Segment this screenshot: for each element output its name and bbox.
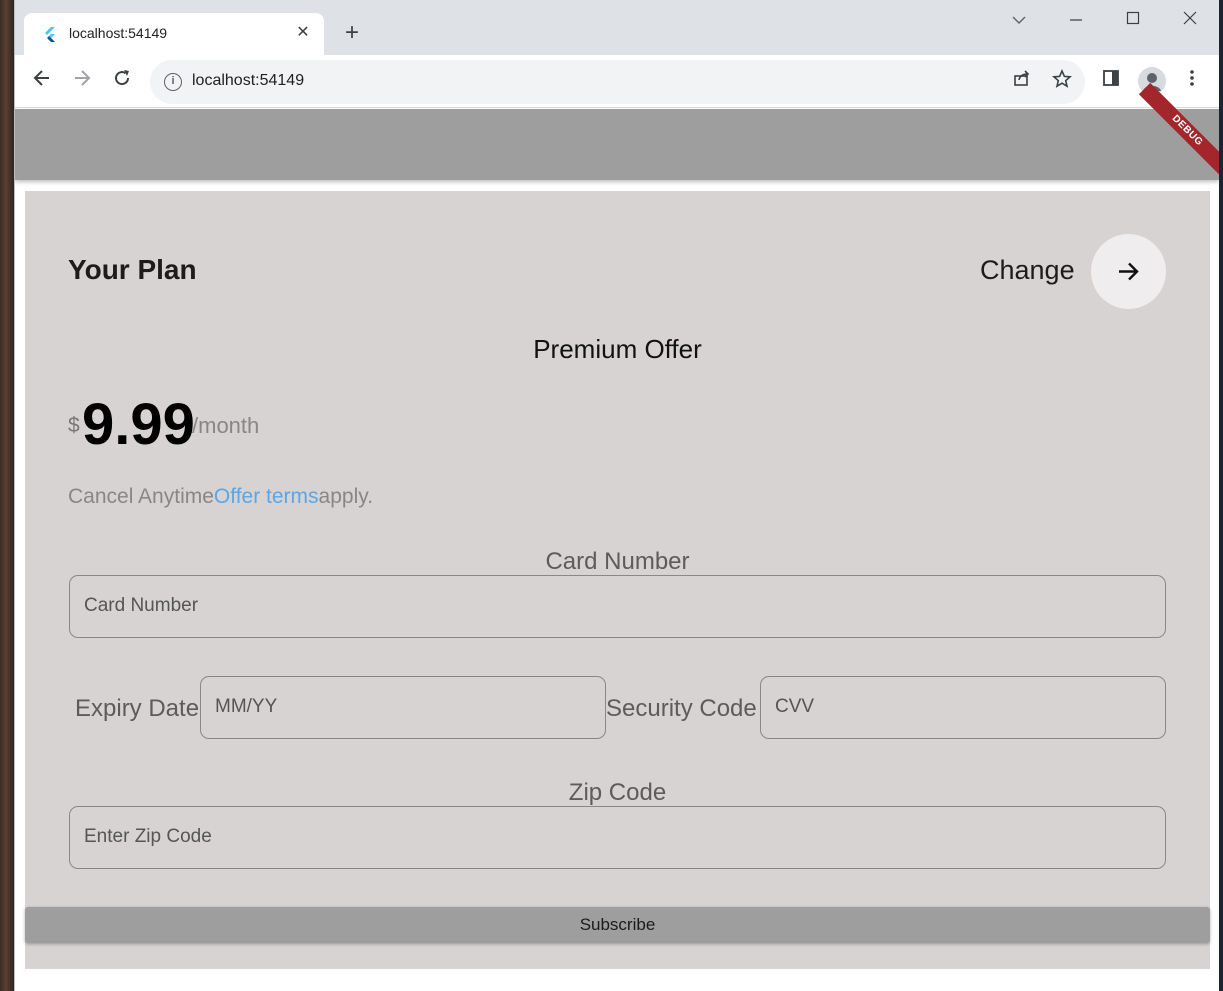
offer-title: Premium Offer [533, 334, 702, 364]
card-number-placeholder: Card Number [84, 595, 199, 616]
forward-icon[interactable] [67, 66, 97, 96]
app-bar: DEBUG [15, 82, 1219, 180]
back-icon[interactable] [27, 66, 57, 96]
expiry-date-input[interactable]: MM/YY [200, 676, 606, 739]
browser-window: localhost:54149 ✕ + i localhost:54149 DE… [14, 0, 1219, 991]
zip-code-input[interactable]: Enter Zip Code [69, 806, 1166, 869]
bookmark-star-icon[interactable] [1049, 69, 1075, 95]
tab-title: localhost:54149 [69, 25, 168, 41]
price-value: 9.99 [82, 392, 195, 457]
reload-icon[interactable] [107, 66, 137, 96]
zip-code-label: Zip Code [568, 779, 667, 806]
tab-strip: localhost:54149 ✕ + [15, 0, 1219, 55]
plan-title: Your Plan [68, 254, 197, 285]
cvv-placeholder: CVV [775, 696, 815, 717]
info-icon[interactable]: i [164, 73, 182, 91]
close-window-icon[interactable] [1175, 8, 1205, 34]
address-bar[interactable]: i localhost:54149 [150, 60, 1085, 104]
change-label: Change [980, 255, 1075, 285]
plan-card: Your Plan Change Premium Offer $ 9.99 /m… [25, 191, 1210, 969]
security-code-input[interactable]: CVV [760, 676, 1166, 739]
security-code-label: Security Code [606, 695, 757, 722]
menu-kebab-icon[interactable] [1177, 66, 1207, 96]
tab-search-icon[interactable] [1004, 8, 1034, 34]
expiry-date-label: Expiry Date [75, 695, 200, 722]
card-number-input[interactable]: Card Number [69, 575, 1166, 638]
expiry-date-placeholder: MM/YY [215, 696, 278, 717]
terms-line: Cancel AnytimeOffer termsapply. [68, 485, 373, 509]
side-panel-icon[interactable] [1096, 66, 1126, 96]
url-text[interactable]: localhost:54149 [192, 72, 304, 90]
browser-tab[interactable]: localhost:54149 ✕ [24, 13, 324, 55]
browser-toolbar: i localhost:54149 [15, 55, 1219, 108]
close-tab-icon[interactable]: ✕ [292, 22, 314, 44]
price-period: /month [192, 413, 260, 438]
subscribe-button[interactable]: Subscribe [25, 907, 1210, 943]
minimize-icon[interactable] [1061, 8, 1091, 34]
cancel-anytime-text: Cancel Anytime [68, 485, 214, 508]
maximize-icon[interactable] [1118, 8, 1148, 34]
card-number-label: Card Number [545, 548, 690, 575]
flutter-icon [42, 26, 58, 42]
new-tab-button[interactable]: + [338, 19, 366, 47]
change-plan-button[interactable] [1091, 234, 1166, 309]
terms-suffix-text: apply. [318, 485, 374, 508]
zip-code-placeholder: Enter Zip Code [84, 826, 212, 847]
currency-symbol: $ [68, 414, 80, 437]
arrow-right-icon [1119, 262, 1139, 281]
offer-terms-link[interactable]: Offer terms [214, 485, 319, 508]
app-viewport: DEBUG Your Plan Change Premium Offer $ 9… [15, 82, 1219, 991]
share-icon[interactable] [1009, 69, 1035, 95]
